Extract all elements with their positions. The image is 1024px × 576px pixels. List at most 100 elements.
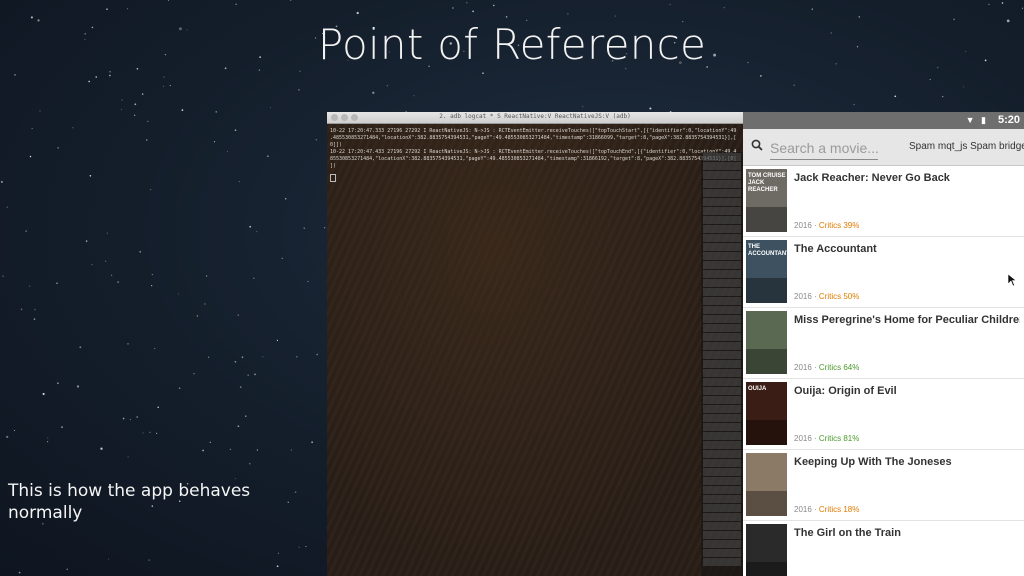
critics-score: Critics 64% [818,363,860,372]
background-log-line [703,315,741,323]
background-log-line [703,522,741,530]
movie-year: 2016 [794,505,812,514]
spam-status-text: Spam mqt_js Spam bridge [909,141,1024,152]
movie-list-item[interactable]: Keeping Up With The Joneses 2016 · Critic… [743,450,1024,521]
movie-meta: 2016 · Critics 18% [794,505,859,514]
movie-title: Keeping Up With The Joneses [794,456,952,468]
movie-list-item[interactable]: The Girl on the Train [743,521,1024,576]
movie-list-item[interactable]: TOM CRUISE JACK REACHER Jack Reacher: Nev… [743,166,1024,237]
critics-score: Critics 18% [818,505,860,514]
background-log-line [703,513,741,521]
background-log-line [703,423,741,431]
background-log-line [703,495,741,503]
poster-text: THE ACCOUNTANT [748,244,787,257]
terminal-titlebar: 2. adb logcat * S ReactNative:V ReactNat… [327,112,743,124]
movie-meta: 2016 · Critics 39% [794,221,859,230]
background-log-line [703,504,741,512]
search-icon [751,139,763,151]
movie-year: 2016 [794,221,812,230]
background-log-line [703,153,741,161]
terminal-log: 10-22 17:20:47.333 27196 27292 I ReactNa… [330,128,737,169]
background-log-line [703,378,741,386]
background-log-line [703,369,741,377]
background-log-line [703,558,741,566]
movie-year: 2016 [794,292,812,301]
movie-year: 2016 [794,363,812,372]
background-log-line [703,342,741,350]
movie-poster [746,524,787,576]
background-log-line [703,540,741,548]
background-log-line [703,396,741,404]
background-log-line [703,387,741,395]
background-log-line [703,162,741,170]
movie-poster: OUIJA [746,382,787,445]
movie-poster: THE ACCOUNTANT [746,240,787,303]
meta-separator: · [811,505,819,514]
background-log-line [703,180,741,188]
critics-score: Critics 81% [818,434,860,443]
background-log-line [703,243,741,251]
background-log-line [703,459,741,467]
android-app-screen: ▼ ▮ 5:20 Spam mqt_js Spam bridge TOM CRU… [743,112,1024,576]
critics-score: Critics 39% [818,221,860,230]
background-log-line [703,252,741,260]
background-log-line [703,216,741,224]
wifi-battery-icons: ▼ ▮ [965,115,988,125]
meta-separator: · [811,363,819,372]
poster-text: TOM CRUISE JACK REACHER [748,173,786,193]
movie-list-item[interactable]: THE ACCOUNTANT The Accountant 2016 · Criti… [743,237,1024,308]
poster-text: OUIJA [748,386,767,392]
movie-year: 2016 [794,434,812,443]
movie-title: The Girl on the Train [794,527,901,539]
background-log-line [703,333,741,341]
movie-poster [746,311,787,374]
background-log-line [703,324,741,332]
movie-list: TOM CRUISE JACK REACHER Jack Reacher: Nev… [743,166,1024,576]
background-log-line [703,198,741,206]
background-log-line [703,279,741,287]
meta-separator: · [811,292,819,301]
background-log-line [703,306,741,314]
mouse-pointer-icon [1008,274,1016,286]
background-log-line [703,450,741,458]
background-log-line [703,432,741,440]
movie-meta: 2016 · Critics 64% [794,363,859,372]
terminal-title: 2. adb logcat * S ReactNative:V ReactNat… [439,113,631,120]
search-input[interactable] [770,137,878,160]
background-log-line [703,360,741,368]
movie-list-item[interactable]: OUIJA Ouija: Origin of Evil 2016 · Critics… [743,379,1024,450]
movie-meta: 2016 · Critics 81% [794,434,859,443]
background-log-line [703,486,741,494]
background-log-line [703,441,741,449]
background-log-line [703,189,741,197]
movie-poster [746,453,787,516]
movie-poster: TOM CRUISE JACK REACHER [746,169,787,232]
background-log-line [703,351,741,359]
search-bar: Spam mqt_js Spam bridge [743,129,1024,166]
critics-score: Critics 50% [818,292,860,301]
movie-list-item[interactable]: Miss Peregrine's Home for Peculiar Child… [743,308,1024,379]
terminal-window: 2. adb logcat * S ReactNative:V ReactNat… [327,112,743,576]
status-bar: ▼ ▮ 5:20 [743,112,1024,129]
background-log-line [703,261,741,269]
movie-title: The Accountant [794,243,877,255]
meta-separator: · [811,434,819,443]
background-log-line [703,225,741,233]
background-log-line [703,297,741,305]
background-log-line [703,414,741,422]
status-time: 5:20 [997,114,1020,126]
background-log-line [703,270,741,278]
movie-title: Miss Peregrine's Home for Peculiar Child… [794,314,1020,326]
movie-title: Ouija: Origin of Evil [794,385,897,397]
background-log-line [703,549,741,557]
background-log-line [703,288,741,296]
terminal-cursor [330,174,336,182]
background-log-line [703,171,741,179]
background-log-line [703,531,741,539]
background-log-line [703,405,741,413]
movie-title: Jack Reacher: Never Go Back [794,172,950,184]
background-log-line [703,234,741,242]
background-log-line [703,468,741,476]
terminal-background-pane [701,152,743,576]
meta-separator: · [811,221,819,230]
